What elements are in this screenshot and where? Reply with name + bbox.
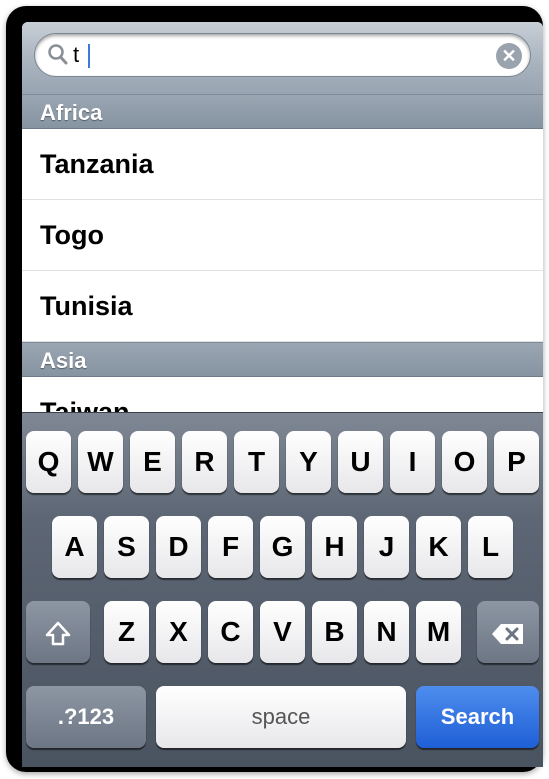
key-o[interactable]: O [442,431,487,493]
key-l[interactable]: L [468,516,513,578]
list-item[interactable]: Tunisia [22,271,543,342]
key-s[interactable]: S [104,516,149,578]
key-a[interactable]: A [52,516,97,578]
search-key[interactable]: Search [416,686,539,748]
results-list: Africa Tanzania Togo Tunisia Asia Taiwan [22,94,543,437]
keyboard: Q W E R T Y U I O P A S D F G H J K L Z … [22,412,543,767]
key-e[interactable]: E [130,431,175,493]
key-d[interactable]: D [156,516,201,578]
key-c[interactable]: C [208,601,253,663]
search-input[interactable] [73,40,473,70]
section-header-africa: Africa [22,94,543,129]
numbers-key[interactable]: .?123 [26,686,146,748]
clear-icon[interactable]: ✕ [496,43,522,69]
search-field[interactable]: ✕ [34,33,531,77]
list-item[interactable]: Tanzania [22,129,543,200]
search-icon [47,43,69,67]
key-q[interactable]: Q [26,431,71,493]
space-key[interactable]: space [156,686,406,748]
screen: ✕ Africa Tanzania Togo Tunisia Asia Taiw… [22,22,543,767]
key-u[interactable]: U [338,431,383,493]
search-bar: ✕ [22,22,543,95]
key-z[interactable]: Z [104,601,149,663]
key-j[interactable]: J [364,516,409,578]
key-i[interactable]: I [390,431,435,493]
list-item[interactable]: Togo [22,200,543,271]
key-h[interactable]: H [312,516,357,578]
section-header-asia: Asia [22,342,543,377]
key-b[interactable]: B [312,601,357,663]
delete-icon [491,616,525,647]
text-caret [88,44,90,68]
key-k[interactable]: K [416,516,461,578]
key-n[interactable]: N [364,601,409,663]
key-r[interactable]: R [182,431,227,493]
key-f[interactable]: F [208,516,253,578]
key-t[interactable]: T [234,431,279,493]
delete-key[interactable] [477,601,539,663]
key-w[interactable]: W [78,431,123,493]
key-y[interactable]: Y [286,431,331,493]
shift-key[interactable] [26,601,90,663]
key-m[interactable]: M [416,601,461,663]
key-x[interactable]: X [156,601,201,663]
shift-icon [44,616,72,647]
key-v[interactable]: V [260,601,305,663]
key-g[interactable]: G [260,516,305,578]
key-p[interactable]: P [494,431,539,493]
